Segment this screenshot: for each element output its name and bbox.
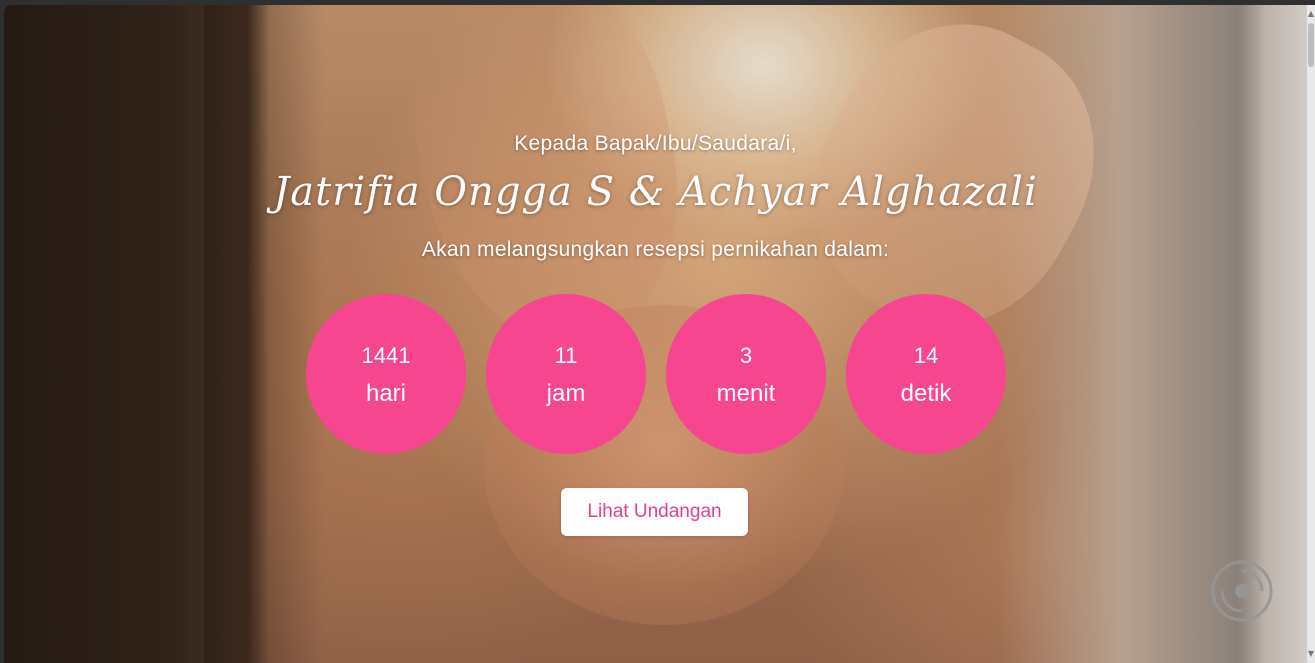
countdown-minutes: 3 menit <box>666 294 826 454</box>
triangle-up-icon[interactable]: ▲ <box>1307 9 1315 19</box>
couple-names: Jatrifia Ongga S & Achyar Alghazali <box>273 169 1038 215</box>
invitation-cover: Kepada Bapak/Ibu/Saudara/i, Jatrifia Ong… <box>4 5 1307 663</box>
open-invitation-button[interactable]: Lihat Undangan <box>561 488 748 536</box>
browser-frame: Kepada Bapak/Ibu/Saudara/i, Jatrifia Ong… <box>0 0 1315 663</box>
greeting-text: Kepada Bapak/Ibu/Saudara/i, <box>514 132 797 155</box>
countdown-days-value: 1441 <box>361 343 411 368</box>
event-subtitle: Akan melangsungkan resepsi pernikahan da… <box>421 238 890 261</box>
scrollbar[interactable]: ▲ ▼ <box>1307 5 1315 663</box>
countdown-days-unit: hari <box>365 380 407 407</box>
music-disc-icon[interactable] <box>1210 559 1274 623</box>
countdown-seconds-unit: detik <box>900 380 952 407</box>
countdown-hours: 11 jam <box>486 294 646 454</box>
countdown-seconds-value: 14 <box>913 343 939 368</box>
countdown-days: 1441 hari <box>306 294 466 454</box>
background-overlay <box>4 5 1307 663</box>
countdown-hours-unit: jam <box>546 380 586 407</box>
countdown-minutes-value: 3 <box>739 343 753 368</box>
triangle-down-icon[interactable]: ▼ <box>1307 649 1315 659</box>
countdown-hours-value: 11 <box>554 343 578 368</box>
scrollbar-thumb[interactable] <box>1308 23 1314 67</box>
countdown-minutes-unit: menit <box>716 380 776 407</box>
countdown-seconds: 14 detik <box>846 294 1006 454</box>
